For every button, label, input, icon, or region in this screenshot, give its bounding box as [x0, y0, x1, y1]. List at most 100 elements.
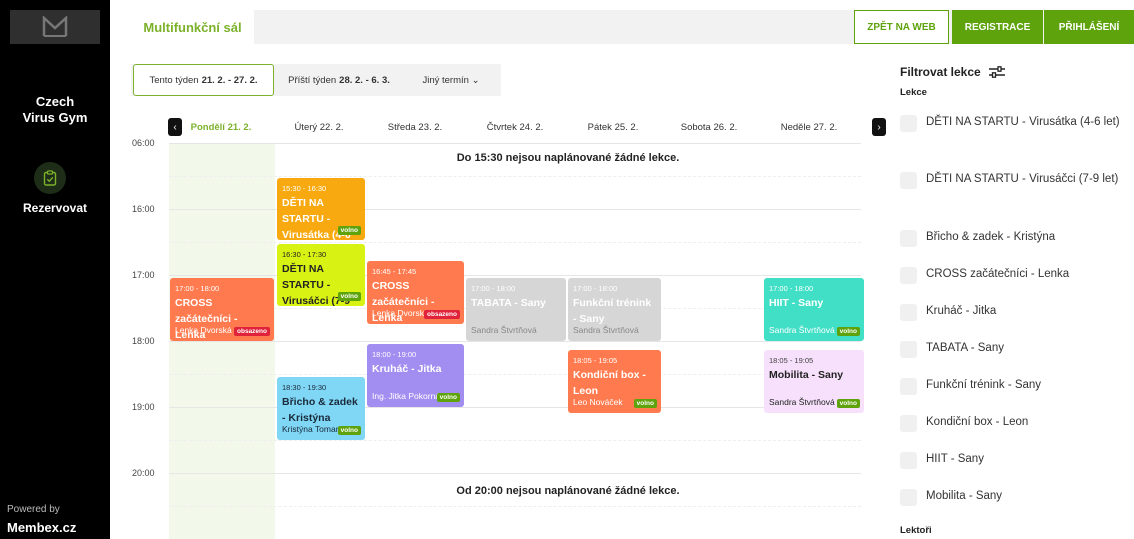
- membex-logo[interactable]: [10, 10, 100, 44]
- time-label: 06:00: [132, 138, 155, 148]
- grid-line: [169, 209, 861, 210]
- room-tab[interactable]: Multifunkční sál: [131, 10, 254, 44]
- lesson-trainer: Lenka Dvorská: [372, 308, 429, 318]
- grid-line: [169, 176, 861, 177]
- powered-by-text: Powered by: [7, 504, 60, 515]
- filter-checkbox[interactable]: [900, 267, 917, 284]
- lesson-card[interactable]: 16:30 - 17:30 DĚTI NA STARTU - Virusáčci…: [277, 244, 365, 306]
- lesson-time: 17:00 - 18:00: [573, 284, 618, 293]
- gym-name: Czech Virus Gym: [0, 94, 110, 126]
- lesson-title: HIIT - Sany: [769, 297, 824, 309]
- filter-checkbox[interactable]: [900, 304, 917, 321]
- tab-next-week[interactable]: Příští týden 28. 2. - 6. 3.: [277, 64, 401, 96]
- filter-item[interactable]: HIIT - Sany: [900, 452, 1125, 469]
- this-week-range: 21. 2. - 27. 2.: [201, 74, 258, 86]
- lesson-card[interactable]: 18:30 - 19:30 Břicho & zadek - Kristýna …: [277, 377, 365, 440]
- filter-checkbox[interactable]: [900, 378, 917, 395]
- time-label: 20:00: [132, 468, 155, 478]
- filter-checkbox[interactable]: [900, 230, 917, 247]
- filter-label: DĚTI NA STARTU - Virusáčci (7-9 let): [926, 173, 1119, 185]
- lesson-time: 15:30 - 16:30: [282, 184, 327, 193]
- lesson-card[interactable]: 17:00 - 18:00 CROSS začátečníci - Lenka …: [170, 278, 274, 341]
- filter-item[interactable]: Kruháč - Jitka: [900, 304, 1125, 321]
- filter-checkbox[interactable]: [900, 452, 917, 469]
- grid-line: [169, 143, 861, 144]
- lesson-trainer: Lenka Dvorská: [175, 325, 232, 335]
- tab-other-date[interactable]: Jiný termín ⌄: [404, 64, 498, 96]
- filter-item[interactable]: Kondiční box - Leon: [900, 415, 1125, 432]
- filter-checkbox[interactable]: [900, 489, 917, 506]
- lesson-card[interactable]: 17:00 - 18:00 HIIT - Sany Sandra Štvrtňo…: [764, 278, 864, 341]
- lesson-time: 16:45 - 17:45: [372, 267, 417, 276]
- lesson-card[interactable]: 18:05 - 19:05 Mobilita - Sany Sandra Štv…: [764, 350, 864, 413]
- filter-item[interactable]: Mobilita - Sany: [900, 489, 1125, 506]
- membex-logo-icon: [42, 16, 68, 37]
- register-button[interactable]: REGISTRACE: [952, 10, 1043, 44]
- filter-lessons-heading: Lekce: [900, 87, 927, 98]
- filter-label: HIIT - Sany: [926, 453, 984, 465]
- status-badge: volno: [337, 226, 361, 235]
- lesson-card[interactable]: 16:45 - 17:45 CROSS začátečníci - Lenka …: [367, 261, 464, 324]
- filter-label: Kruháč - Jitka: [926, 305, 997, 317]
- back-to-web-button[interactable]: ZPĚT NA WEB: [854, 10, 949, 44]
- reserve-link[interactable]: Rezervovat: [0, 201, 110, 215]
- lesson-time: 17:00 - 18:00: [175, 284, 220, 293]
- lesson-time: 18:30 - 19:30: [282, 383, 327, 392]
- sliders-icon[interactable]: [988, 66, 1005, 78]
- filter-item[interactable]: DĚTI NA STARTU - Virusátka (4-6 let): [900, 115, 1125, 132]
- lesson-trainer: Leo Nováček: [573, 397, 623, 407]
- status-badge: volno: [337, 426, 361, 435]
- filter-title-text: Filtrovat lekce: [900, 65, 981, 79]
- status-badge: obsazeno: [234, 327, 270, 336]
- lesson-time: 18:05 - 19:05: [573, 356, 618, 365]
- filter-item[interactable]: Funkční trénink - Sany: [900, 378, 1125, 395]
- time-label: 17:00: [132, 270, 155, 280]
- this-week-label: Tento týden: [149, 74, 199, 86]
- lesson-title: TABATA - Sany: [471, 297, 546, 309]
- filter-checkbox[interactable]: [900, 415, 917, 432]
- filter-item[interactable]: DĚTI NA STARTU - Virusáčci (7-9 let): [900, 172, 1125, 189]
- filter-lectors-heading: Lektoři: [900, 525, 932, 536]
- grid-line: [169, 374, 861, 375]
- status-badge: volno: [836, 327, 860, 336]
- filter-checkbox[interactable]: [900, 341, 917, 358]
- filter-label: DĚTI NA STARTU - Virusátka (4-6 let): [926, 116, 1120, 128]
- time-label: 18:00: [132, 336, 155, 346]
- lesson-trainer: Sandra Štvrtňová: [769, 325, 835, 335]
- lesson-card[interactable]: 17:00 - 18:00 TABATA - Sany Sandra Štvrt…: [466, 278, 566, 341]
- grid-line: [169, 242, 861, 243]
- day-header-thursday: Čtvrtek 24. 2.: [486, 122, 544, 133]
- filter-panel: Filtrovat lekce Lekce DĚTI NA STARTU - V…: [889, 60, 1134, 539]
- lesson-card[interactable]: 15:30 - 16:30 DĚTI NA STARTU - Virusátka…: [277, 178, 365, 240]
- reservation-icon[interactable]: [34, 162, 66, 194]
- lesson-title: Kruháč - Jitka: [372, 363, 442, 375]
- filter-checkbox[interactable]: [900, 172, 917, 189]
- lesson-card[interactable]: 17:00 - 18:00 Funkční trénink - Sany San…: [568, 278, 661, 341]
- tab-this-week[interactable]: Tento týden 21. 2. - 27. 2.: [133, 64, 274, 96]
- next-week-arrow-icon[interactable]: ›: [872, 118, 886, 136]
- lesson-card[interactable]: 18:00 - 19:00 Kruháč - Jitka Ing. Jitka …: [367, 344, 464, 407]
- time-label: 16:00: [132, 204, 155, 214]
- day-header-wednesday: Středa 23. 2.: [387, 122, 443, 133]
- filter-item[interactable]: Břicho & zadek - Kristýna: [900, 230, 1125, 247]
- no-lessons-before-note: Do 15:30 nejsou naplánované žádné lekce.: [456, 152, 680, 164]
- filter-checkbox[interactable]: [900, 115, 917, 132]
- status-badge: volno: [436, 393, 460, 402]
- login-button[interactable]: PŘIHLÁŠENÍ: [1044, 10, 1134, 44]
- top-bar: Multifunkční sál ZPĚT NA WEB REGISTRACE …: [131, 10, 1134, 44]
- no-lessons-after-note: Od 20:00 nejsou naplánované žádné lekce.: [456, 485, 680, 497]
- lesson-card[interactable]: 18:05 - 19:05 Kondiční box - Leon Leo No…: [568, 350, 661, 413]
- lesson-trainer: Sandra Štvrtňová: [573, 325, 639, 335]
- lesson-trainer: Sandra Štvrtňová: [769, 397, 835, 407]
- filter-title: Filtrovat lekce: [900, 65, 1005, 79]
- filter-item[interactable]: TABATA - Sany: [900, 341, 1125, 358]
- filter-label: Břicho & zadek - Kristýna: [926, 231, 1056, 243]
- filter-label: Kondiční box - Leon: [926, 416, 1029, 428]
- next-week-label: Příští týden: [288, 74, 337, 86]
- lesson-title: Kondiční box - Leon: [573, 369, 646, 397]
- membex-brand-link[interactable]: Membex.cz: [7, 520, 76, 535]
- lesson-time: 18:00 - 19:00: [372, 350, 417, 359]
- next-week-range: 28. 2. - 6. 3.: [339, 74, 390, 86]
- filter-label: Mobilita - Sany: [926, 490, 1003, 502]
- filter-item[interactable]: CROSS začátečníci - Lenka: [900, 267, 1125, 284]
